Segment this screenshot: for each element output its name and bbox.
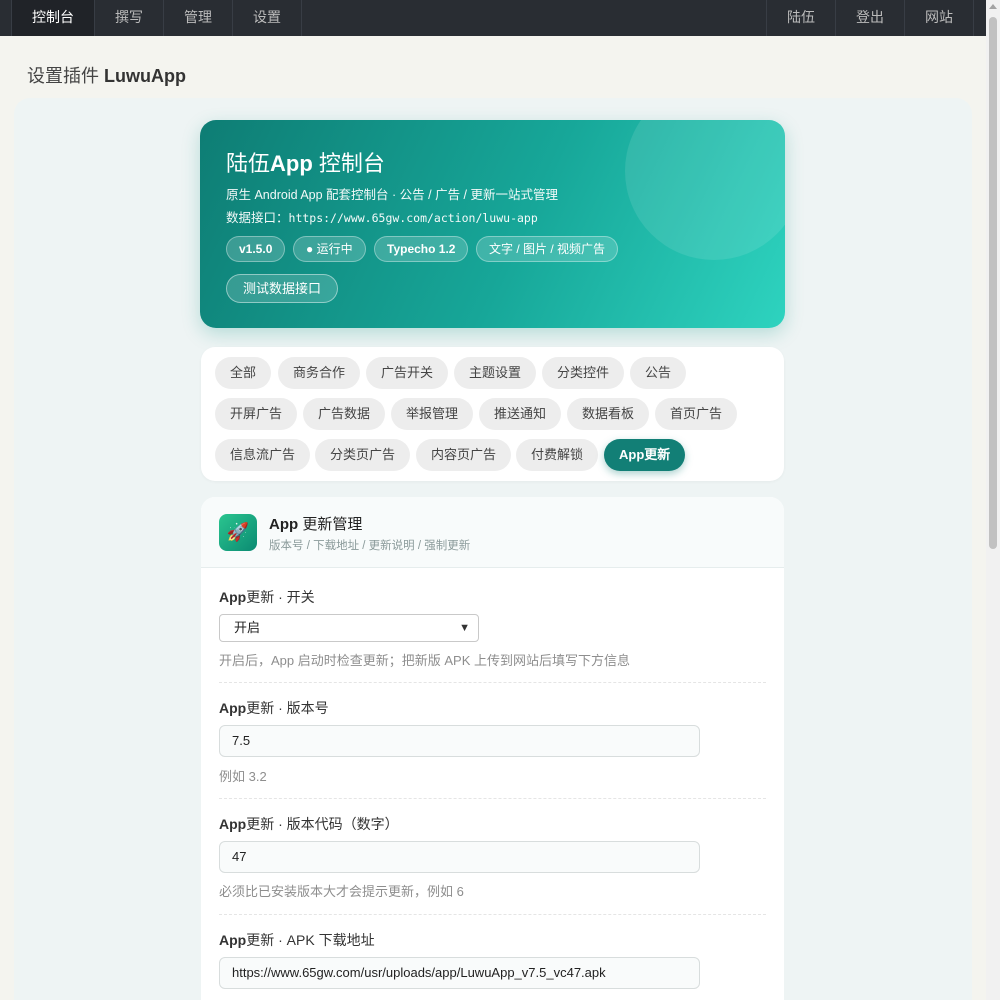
test-api-button[interactable]: 测试数据接口 — [226, 274, 339, 303]
app-update-card: 🚀 App 更新管理 版本号 / 下载地址 / 更新说明 / 强制更新 App更… — [201, 497, 784, 1000]
field-label-text: 更新 · 版本号 — [246, 700, 329, 716]
field-label-bold: App — [219, 932, 247, 948]
field-label-bold: App — [219, 700, 247, 716]
field-apk-url: App更新 · APK 下载地址 — [219, 930, 766, 950]
filter-app-update[interactable]: App更新 — [604, 439, 686, 471]
card-title: App 更新管理 — [269, 513, 362, 534]
page-title: 设置插件 LuwuApp — [27, 62, 186, 88]
filter-category-ad[interactable]: 分类页广告 — [315, 439, 411, 471]
version-code-input[interactable]: 47 — [219, 841, 700, 873]
category-filters: 全部 商务合作 广告开关 主题设置 分类控件 公告 开屏广告 广告数据 举报管理… — [201, 347, 784, 481]
field-label-text: 更新 · 版本代码（数字） — [246, 816, 399, 832]
filter-ad-data[interactable]: 广告数据 — [303, 398, 386, 430]
hero-title-part: 控制台 — [312, 151, 385, 176]
field-hint: 例如 3.2 — [219, 769, 267, 784]
filter-business[interactable]: 商务合作 — [278, 357, 361, 389]
field-label: App更新 · 版本代码（数字） — [219, 814, 766, 834]
filter-notice[interactable]: 公告 — [630, 357, 687, 389]
top-nav: 控制台 撰写 管理 设置 陆伍 登出 网站 — [0, 0, 986, 36]
nav-write[interactable]: 撰写 — [95, 0, 164, 36]
filter-dashboard[interactable]: 数据看板 — [567, 398, 650, 430]
hero-subtitle: 原生 Android App 配套控制台 · 公告 / 广告 / 更新一站式管理 — [226, 188, 559, 202]
rocket-icon: 🚀 — [219, 514, 257, 551]
filter-category-widget[interactable]: 分类控件 — [542, 357, 625, 389]
version-badge: v1.5.0 — [226, 236, 286, 262]
select-value: 开启 — [234, 620, 261, 635]
hero-title-part: 陆伍 — [226, 151, 271, 176]
field-hint: 必须比已安装版本大才会提示更新，例如 6 — [219, 884, 464, 899]
divider — [219, 682, 766, 683]
hero-api: 数据接口：https://www.65gw.com/action/luwu-ap… — [226, 207, 538, 226]
filter-push[interactable]: 推送通知 — [479, 398, 562, 430]
filter-feed-ad[interactable]: 信息流广告 — [215, 439, 311, 471]
field-label-text: 更新 · 开关 — [246, 589, 315, 605]
filter-all[interactable]: 全部 — [215, 357, 272, 389]
page-title-plugin-name: LuwuApp — [104, 66, 186, 86]
nav-right: 陆伍 登出 网站 — [766, 0, 986, 36]
divider — [219, 914, 766, 915]
filter-ad-switch[interactable]: 广告开关 — [366, 357, 449, 389]
card-title-bold: App — [269, 516, 299, 533]
scroll-up-arrow-icon[interactable] — [989, 4, 997, 9]
version-name-input[interactable]: 7.5 — [219, 725, 700, 757]
api-label: 数据接口： — [226, 211, 289, 225]
page-title-prefix: 设置插件 — [27, 66, 99, 86]
filter-reports[interactable]: 举报管理 — [391, 398, 474, 430]
field-label-bold: App — [219, 589, 247, 605]
hero-banner: 陆伍App 控制台 原生 Android App 配套控制台 · 公告 / 广告… — [200, 120, 785, 328]
nav-dashboard[interactable]: 控制台 — [11, 0, 95, 36]
hero-decoration — [625, 120, 785, 260]
field-label-bold: App — [219, 816, 247, 832]
filter-content-ad[interactable]: 内容页广告 — [416, 439, 512, 471]
filter-splash-ad[interactable]: 开屏广告 — [215, 398, 298, 430]
card-header: 🚀 App 更新管理 版本号 / 下载地址 / 更新说明 / 强制更新 — [201, 497, 784, 568]
field-label: App更新 · APK 下载地址 — [219, 930, 766, 950]
chevron-down-icon: ▼ — [459, 622, 470, 634]
field-label-text: 更新 · APK 下载地址 — [246, 932, 375, 948]
divider — [219, 798, 766, 799]
page-scrollbar[interactable] — [986, 0, 1000, 1000]
filter-theme[interactable]: 主题设置 — [454, 357, 537, 389]
typecho-badge: Typecho 1.2 — [374, 236, 469, 262]
field-update-switch: App更新 · 开关 — [219, 587, 766, 607]
hero-title-bold: App — [270, 151, 313, 176]
field-hint: 开启后，App 启动时检查更新；把新版 APK 上传到网站后填写下方信息 — [219, 653, 630, 668]
nav-logout[interactable]: 登出 — [836, 0, 905, 36]
status-badge: ● 运行中 — [293, 236, 366, 262]
nav-left: 控制台 撰写 管理 设置 — [0, 0, 302, 36]
update-switch-select[interactable]: 开启 ▼ — [219, 614, 479, 642]
nav-user[interactable]: 陆伍 — [766, 0, 836, 36]
nav-settings[interactable]: 设置 — [233, 0, 302, 36]
hero-title: 陆伍App 控制台 — [226, 146, 385, 178]
scroll-thumb[interactable] — [989, 17, 997, 549]
field-label: App更新 · 开关 — [219, 587, 766, 607]
nav-manage[interactable]: 管理 — [164, 0, 233, 36]
card-subtitle: 版本号 / 下载地址 / 更新说明 / 强制更新 — [269, 540, 471, 552]
card-title-text: 更新管理 — [298, 516, 363, 533]
ad-types-badge: 文字 / 图片 / 视频广告 — [476, 236, 619, 262]
field-version-code: App更新 · 版本代码（数字） — [219, 814, 766, 834]
apk-url-input[interactable]: https://www.65gw.com/usr/uploads/app/Luw… — [219, 957, 700, 989]
filter-home-ad[interactable]: 首页广告 — [655, 398, 738, 430]
api-url: https://www.65gw.com/action/luwu-app — [288, 211, 538, 225]
field-version-name: App更新 · 版本号 — [219, 698, 766, 718]
field-label: App更新 · 版本号 — [219, 698, 766, 718]
filter-paid-unlock[interactable]: 付费解锁 — [516, 439, 599, 471]
nav-website[interactable]: 网站 — [905, 0, 974, 36]
